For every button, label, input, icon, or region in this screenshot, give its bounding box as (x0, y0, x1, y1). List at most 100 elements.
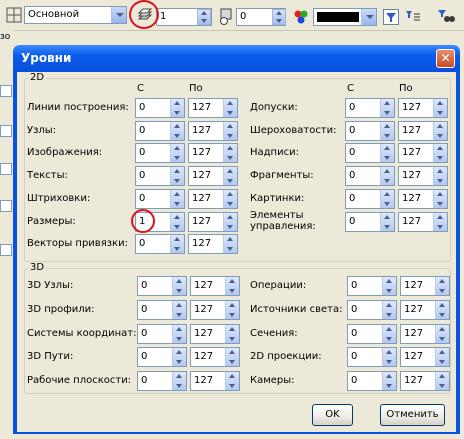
sort-filter-icon[interactable] (405, 9, 421, 25)
ok-button[interactable]: OK (312, 404, 353, 426)
spinner-arrows-icon[interactable] (172, 348, 186, 367)
spinner-arrows-icon[interactable] (172, 324, 186, 343)
spinner-arrows-icon[interactable] (382, 300, 396, 319)
panel-button[interactable] (0, 244, 12, 256)
spinner-arrows-icon[interactable] (225, 348, 239, 367)
spinner-arrows-icon[interactable] (433, 189, 447, 208)
level-spin-field[interactable]: 0 (135, 120, 185, 141)
panel-button[interactable] (0, 163, 12, 175)
spinner-arrows-icon[interactable] (435, 348, 449, 367)
spinner-arrows-icon[interactable] (225, 277, 239, 295)
spinner-arrows-icon[interactable] (223, 212, 237, 231)
level-spin-field[interactable]: 127 (400, 347, 450, 368)
spinner-arrows-icon[interactable] (382, 372, 396, 391)
spinner-arrows-icon[interactable] (433, 167, 447, 186)
spinner-arrows-icon[interactable] (223, 144, 237, 163)
spinner-arrows-icon[interactable] (380, 144, 394, 163)
level-spin-field[interactable]: 127 (400, 276, 450, 296)
spinner-arrows-icon[interactable] (170, 189, 184, 208)
level-filter-icon[interactable] (218, 8, 234, 25)
spinner-arrows-icon[interactable] (170, 121, 184, 140)
level-spin-field[interactable]: 0 (347, 276, 397, 296)
spinner-arrows-icon[interactable] (380, 121, 394, 140)
chevron-down-icon[interactable] (111, 7, 126, 23)
level-spin-field[interactable]: 127 (190, 299, 240, 320)
spinner-arrows-icon[interactable] (172, 372, 186, 391)
second-spinner[interactable] (272, 9, 286, 25)
spinner-arrows-icon[interactable] (380, 189, 394, 208)
spinner-arrows-icon[interactable] (223, 121, 237, 140)
grid-icon[interactable] (6, 7, 22, 23)
level-spin-field[interactable]: 0 (345, 120, 395, 141)
spinner-arrows-icon[interactable] (225, 372, 239, 391)
level-spin-field[interactable]: 0 (347, 299, 397, 320)
spinner-arrows-icon[interactable] (170, 212, 184, 231)
level-spin-field[interactable]: 127 (188, 98, 238, 118)
color-combo[interactable] (313, 8, 377, 26)
level-spin-field[interactable]: 127 (398, 211, 448, 232)
spinner-arrows-icon[interactable] (170, 235, 184, 254)
filter-icon[interactable] (383, 9, 399, 25)
spinner-arrows-icon[interactable] (223, 99, 237, 117)
level-spin-field[interactable]: 127 (398, 143, 448, 164)
level-spin-field[interactable]: 127 (398, 166, 448, 187)
level-spin-field[interactable]: 127 (398, 98, 448, 118)
spinner-arrows-icon[interactable] (382, 348, 396, 367)
level-spin-field[interactable]: 0 (137, 323, 187, 344)
level-spin-field[interactable]: 0 (347, 323, 397, 344)
level-spin-field[interactable]: 0 (345, 166, 395, 187)
spinner-arrows-icon[interactable] (223, 189, 237, 208)
close-icon[interactable]: ✕ (436, 49, 455, 68)
spinner-arrows-icon[interactable] (382, 324, 396, 343)
color-dots-icon[interactable] (293, 9, 309, 25)
level-spin-field[interactable]: 127 (400, 323, 450, 344)
level-spin-field[interactable]: 127 (188, 211, 238, 232)
binoculars-icon[interactable] (437, 8, 455, 24)
level-spin-field[interactable]: 0 (135, 234, 185, 255)
level-spin-field[interactable]: 127 (188, 188, 238, 209)
dialog-titlebar[interactable]: Уровни ✕ (13, 45, 460, 72)
spinner-arrows-icon[interactable] (433, 121, 447, 140)
level-spin-field[interactable]: 127 (190, 371, 240, 392)
level-spin-field[interactable]: 127 (188, 120, 238, 141)
level-spin-field[interactable]: 0 (135, 98, 185, 118)
level-spin-field[interactable]: 0 (137, 299, 187, 320)
spinner-arrows-icon[interactable] (433, 99, 447, 117)
level-spin-field[interactable]: 127 (190, 323, 240, 344)
spinner-arrows-icon[interactable] (170, 167, 184, 186)
level-spin-field[interactable]: 0 (135, 166, 185, 187)
spinner-arrows-icon[interactable] (382, 277, 396, 295)
level-spin-field[interactable]: 127 (190, 276, 240, 296)
spinner-arrows-icon[interactable] (223, 167, 237, 186)
spinner-arrows-icon[interactable] (225, 324, 239, 343)
spinner-arrows-icon[interactable] (435, 300, 449, 319)
level-spin-field[interactable]: 127 (398, 120, 448, 141)
spinner-arrows-icon[interactable] (380, 99, 394, 117)
panel-button[interactable] (0, 125, 12, 137)
chevron-down-icon[interactable] (361, 9, 376, 25)
level-spin-field[interactable]: 0 (345, 188, 395, 209)
spinner-arrows-icon[interactable] (172, 300, 186, 319)
spinner-arrows-icon[interactable] (433, 144, 447, 163)
spinner-arrows-icon[interactable] (435, 372, 449, 391)
level-spin-field[interactable]: 127 (188, 234, 238, 255)
level-spin-field[interactable]: 0 (135, 188, 185, 209)
panel-button[interactable] (0, 85, 12, 97)
level-spin-field[interactable]: 127 (398, 188, 448, 209)
style-combo[interactable]: Основной (24, 6, 127, 24)
panel-button[interactable] (0, 200, 12, 212)
level-spin-field[interactable]: 127 (188, 166, 238, 187)
spinner-arrows-icon[interactable] (170, 99, 184, 117)
level-spin-field[interactable]: 127 (400, 299, 450, 320)
level-spin-field[interactable]: 0 (345, 98, 395, 118)
cancel-button[interactable]: Отменить (380, 404, 445, 426)
level-spin-field[interactable]: 0 (137, 276, 187, 296)
level-spin-field[interactable]: 127 (400, 371, 450, 392)
level-spin-field[interactable]: 127 (188, 143, 238, 164)
spinner-arrows-icon[interactable] (435, 277, 449, 295)
level-spin-field[interactable]: 0 (347, 371, 397, 392)
level-spin-field[interactable]: 127 (190, 347, 240, 368)
spinner-arrows-icon[interactable] (380, 212, 394, 231)
spinner-arrows-icon[interactable] (433, 212, 447, 231)
spinner-arrows-icon[interactable] (435, 324, 449, 343)
